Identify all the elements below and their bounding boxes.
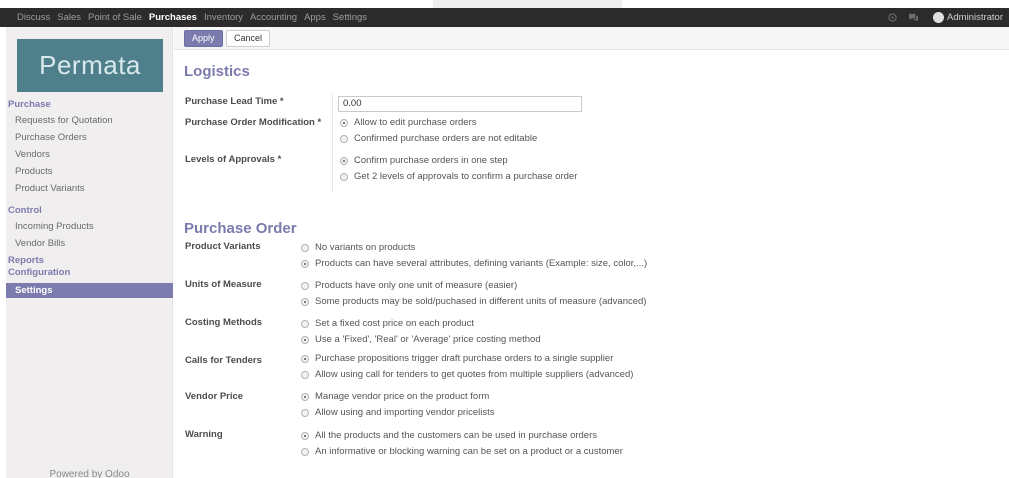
radio-icon[interactable]	[301, 243, 309, 252]
section-control: Control	[8, 205, 42, 216]
side-nav: Purchase Requests for Quotation Purchase…	[6, 97, 173, 298]
menu-discuss[interactable]: Discuss	[17, 12, 50, 23]
section-configuration: Configuration	[8, 267, 71, 278]
section-reports[interactable]: Reports	[6, 255, 173, 267]
radio-icon[interactable]	[340, 172, 348, 181]
company-logo[interactable]: Permata	[17, 39, 163, 92]
approvals-option-2[interactable]: Get 2 levels of approvals to confirm a p…	[340, 171, 577, 182]
product-variants-label: Product Variants	[185, 241, 261, 252]
radio-icon[interactable]	[301, 354, 309, 363]
vendor-price-option-2[interactable]: Allow using and importing vendor priceli…	[301, 407, 495, 418]
main-content: Apply Cancel Logistics Purchase Lead Tim…	[174, 27, 1009, 478]
button-bar: Apply Cancel	[174, 27, 1009, 50]
menu-purchases[interactable]: Purchases	[149, 12, 197, 23]
sidebar-item-settings[interactable]: Settings	[6, 283, 173, 298]
sidebar-item-requests-for-quotation[interactable]: Requests for Quotation	[6, 112, 173, 129]
user-area: Administrator	[877, 8, 1003, 27]
units-of-measure-option-1[interactable]: Products have only one unit of measure (…	[301, 280, 517, 291]
radio-icon[interactable]	[301, 281, 309, 290]
menu-point-of-sale[interactable]: Point of Sale	[88, 12, 142, 23]
sidebar-item-products[interactable]: Products	[6, 163, 173, 180]
costing-methods-option-2[interactable]: Use a 'Fixed', 'Real' or 'Average' price…	[301, 334, 541, 345]
radio-icon[interactable]	[340, 118, 348, 127]
warning-option-2[interactable]: An informative or blocking warning can b…	[301, 446, 623, 457]
product-variants-option-2[interactable]: Products can have several attributes, de…	[301, 258, 647, 269]
sidebar-item-vendor-bills[interactable]: Vendor Bills	[6, 235, 173, 252]
radio-icon[interactable]	[301, 335, 309, 344]
powered-by[interactable]: Powered by Odoo	[6, 469, 173, 478]
order-modification-option-1[interactable]: Allow to edit purchase orders	[340, 117, 477, 128]
logistics-title: Logistics	[184, 63, 250, 80]
costing-methods-label: Costing Methods	[185, 317, 263, 328]
radio-icon[interactable]	[301, 259, 309, 268]
logo-text: Permata	[39, 50, 141, 80]
radio-icon[interactable]	[340, 156, 348, 165]
approvals-option-1[interactable]: Confirm purchase orders in one step	[340, 155, 508, 166]
order-modification-option-2[interactable]: Confirmed purchase orders are not editab…	[340, 133, 537, 144]
radio-icon[interactable]	[301, 297, 309, 306]
top-bar: Discuss Sales Point of Sale Purchases In…	[0, 0, 1009, 27]
sidebar-item-purchase-orders[interactable]: Purchase Orders	[6, 129, 173, 146]
menu-inventory[interactable]: Inventory	[204, 12, 243, 23]
calls-for-tenders-label: Calls for Tenders	[185, 355, 262, 366]
approvals-label: Levels of Approvals *	[185, 154, 282, 165]
chat-icon[interactable]	[908, 13, 919, 22]
radio-icon[interactable]	[340, 134, 348, 143]
apply-button[interactable]: Apply	[184, 30, 223, 47]
lead-time-input[interactable]: 0.00	[338, 96, 582, 112]
menu-apps[interactable]: Apps	[304, 12, 326, 23]
radio-icon[interactable]	[301, 392, 309, 401]
vendor-price-label: Vendor Price	[185, 391, 244, 402]
warning-option-1[interactable]: All the products and the customers can b…	[301, 430, 597, 441]
product-variants-option-1[interactable]: No variants on products	[301, 242, 415, 253]
menu-accounting[interactable]: Accounting	[250, 12, 297, 23]
vendor-price-option-1[interactable]: Manage vendor price on the product form	[301, 391, 489, 402]
radio-icon[interactable]	[301, 408, 309, 417]
sidebar: Permata Purchase Requests for Quotation …	[6, 27, 173, 478]
sidebar-item-vendors[interactable]: Vendors	[6, 146, 173, 163]
menu-settings[interactable]: Settings	[333, 12, 367, 23]
sidebar-item-incoming-products[interactable]: Incoming Products	[6, 218, 173, 235]
units-of-measure-label: Units of Measure	[185, 279, 262, 290]
warning-label: Warning	[185, 429, 223, 440]
top-nav-strip: Discuss Sales Point of Sale Purchases In…	[0, 8, 1009, 27]
cancel-button[interactable]: Cancel	[226, 30, 271, 47]
divider	[332, 94, 333, 192]
lead-time-label: Purchase Lead Time *	[185, 96, 284, 107]
help-circle-icon[interactable]	[888, 13, 897, 22]
costing-methods-option-1[interactable]: Set a fixed cost price on each product	[301, 318, 474, 329]
sidebar-item-product-variants[interactable]: Product Variants	[6, 180, 173, 197]
order-modification-label: Purchase Order Modification *	[185, 117, 322, 128]
radio-icon[interactable]	[301, 447, 309, 456]
radio-icon[interactable]	[301, 370, 309, 379]
menu-sales[interactable]: Sales	[57, 12, 81, 23]
units-of-measure-option-2[interactable]: Some products may be sold/puchased in di…	[301, 296, 646, 307]
purchase-order-title: Purchase Order	[184, 220, 297, 237]
radio-icon[interactable]	[301, 431, 309, 440]
avatar[interactable]	[933, 12, 945, 23]
radio-icon[interactable]	[301, 319, 309, 328]
calls-for-tenders-option-1[interactable]: Purchase propositions trigger draft purc…	[301, 353, 613, 364]
section-purchase: Purchase	[8, 99, 51, 110]
user-name[interactable]: Administrator	[947, 12, 1003, 23]
app-menu: Discuss Sales Point of Sale Purchases In…	[17, 12, 374, 23]
calls-for-tenders-option-2[interactable]: Allow using call for tenders to get quot…	[301, 369, 633, 380]
